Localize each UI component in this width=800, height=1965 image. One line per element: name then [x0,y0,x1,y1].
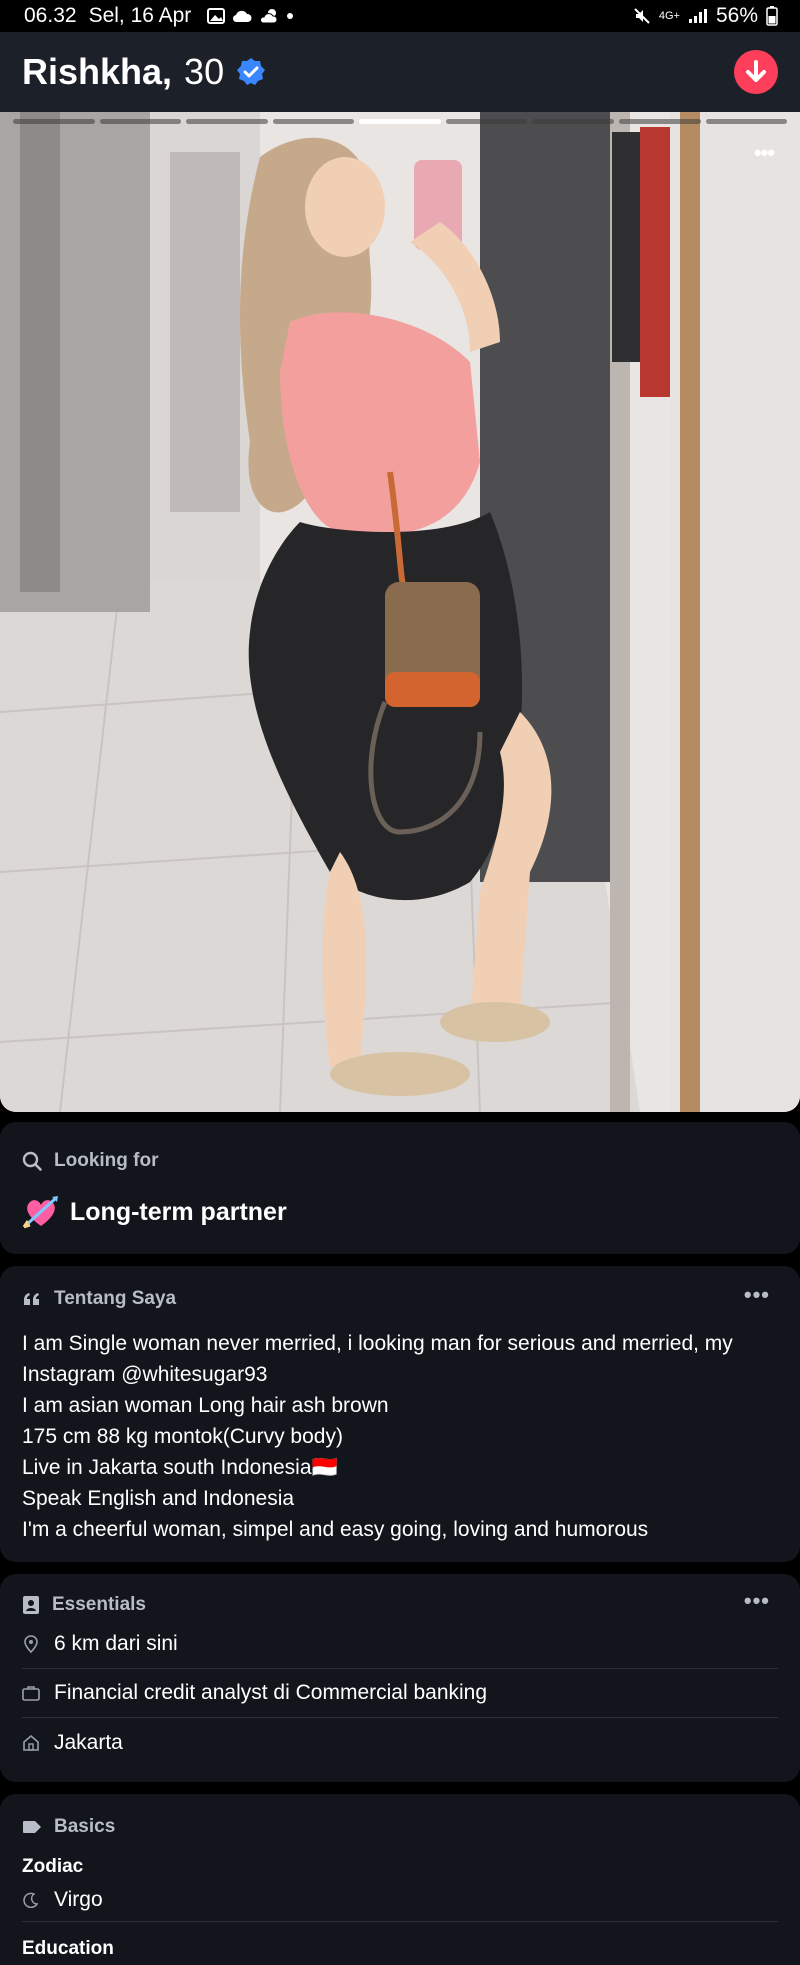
basics-card: Basics Zodiac Virgo Education [0,1794,800,1965]
quote-icon [24,1293,39,1305]
heart-arrow-icon [22,1196,58,1229]
education-label: Education [22,1938,114,1959]
photo-progress-segment [532,119,614,124]
zodiac-row: Virgo [22,1878,778,1922]
about-line: I'm a cheerful woman, simpel and easy go… [22,1518,649,1541]
about-line: I am Single woman never merried, i looki… [22,1332,733,1386]
moon-icon [22,1892,40,1908]
battery-percent: 56% [715,4,758,27]
about-label: Tentang Saya [54,1288,177,1309]
dot-icon [287,13,294,19]
essentials-row-home: Jakarta [22,1718,778,1767]
photo-progress-segment [13,119,95,124]
status-bar: 06.32 Sel, 16 Apr 4G+ 56% [0,0,800,32]
photo-progress-segment [445,119,528,124]
photo-progress [13,119,788,124]
photo-more-icon[interactable]: ••• [754,140,775,166]
photo-progress-segment [186,119,268,124]
essentials-row-job: Financial credit analyst di Commercial b… [22,1669,778,1718]
photo-progress-segment [99,119,182,124]
photo-image [0,112,800,1112]
profile-name: Rishkha, [22,51,173,92]
basics-label: Basics [54,1816,116,1837]
verified-badge-icon [236,57,266,87]
essentials-more-icon[interactable]: ••• [744,1588,770,1614]
location-pin-icon [22,1635,40,1653]
briefcase-icon [22,1685,40,1701]
about-line: 175 cm 88 kg montok(Curvy body) [22,1425,343,1448]
gallery-icon [207,8,226,24]
about-line: I am asian woman Long hair ash brown [22,1394,389,1417]
id-card-icon [23,1596,39,1614]
search-icon [22,1151,42,1171]
signal-icon [688,9,707,23]
status-date: Sel, 16 Apr [88,4,192,27]
photo-progress-segment [272,119,355,124]
looking-for-label: Looking for [54,1150,159,1171]
tag-icon [23,1821,41,1833]
distance-text: 6 km dari sini [54,1632,178,1655]
profile-header: Rishkha, 30 [0,32,800,112]
about-more-icon[interactable]: ••• [744,1282,770,1308]
zodiac-label: Zodiac [22,1856,84,1877]
profile-age: 30 [184,51,225,92]
cloud-icon [233,10,252,23]
photo-progress-segment [359,119,441,124]
looking-for-value: Long-term partner [70,1197,287,1226]
photo-progress-segment [705,119,788,124]
job-text: Financial credit analyst di Commercial b… [54,1681,488,1704]
network-type: 4G+ [658,9,680,22]
weather-icon [260,9,278,24]
essentials-row-distance: 6 km dari sini [22,1620,778,1669]
looking-for-card: Looking for Long-term partner [0,1122,800,1254]
zodiac-value: Virgo [54,1887,103,1911]
close-profile-button[interactable] [734,50,778,94]
about-line: Speak English and Indonesia [22,1487,295,1510]
battery-icon [766,6,778,26]
mute-icon [634,8,650,24]
photo-progress-segment [618,119,701,124]
about-text: I am Single woman never merried, i looki… [22,1328,778,1545]
status-time: 06.32 [24,4,77,27]
about-line: Live in Jakarta south Indonesia🇮🇩 [22,1456,338,1479]
about-card: Tentang Saya ••• I am Single woman never… [0,1266,800,1562]
home-icon [22,1734,40,1752]
profile-photo[interactable]: ••• [0,112,800,1112]
arrow-down-icon [746,60,766,82]
essentials-label: Essentials [52,1594,146,1615]
essentials-card: Essentials ••• 6 km dari sini Financial … [0,1574,800,1782]
home-text: Jakarta [54,1730,123,1754]
